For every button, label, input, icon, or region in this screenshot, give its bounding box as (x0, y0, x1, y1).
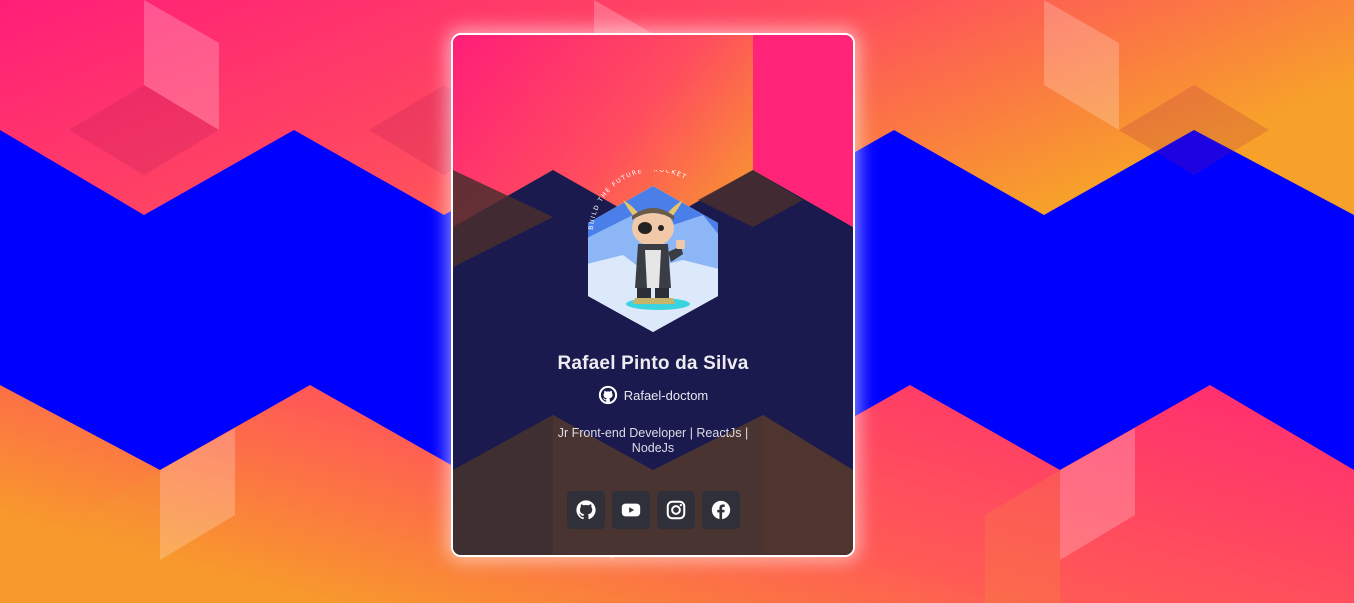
github-icon (575, 500, 596, 520)
github-icon (598, 385, 617, 405)
instagram-button[interactable] (656, 491, 695, 529)
profile-name: Rafael Pinto da Silva (557, 353, 749, 374)
youtube-button[interactable] (611, 491, 650, 529)
avatar: BUILD THE FUTURE · ROCKET (588, 170, 718, 332)
github-username: Rafael-doctom (623, 387, 709, 403)
github-button[interactable] (566, 491, 605, 529)
profile-card: BUILD THE FUTURE · ROCKET Rafael Pinto d… (451, 33, 855, 557)
github-username-link[interactable]: Rafael-doctom (453, 385, 853, 405)
facebook-button[interactable] (701, 491, 740, 529)
instagram-icon (666, 500, 685, 520)
youtube-icon (621, 503, 640, 517)
profile-bio: Jr Front-end Developer | ReactJs | NodeJ… (557, 426, 749, 455)
social-links (453, 491, 853, 529)
facebook-icon (711, 500, 730, 520)
